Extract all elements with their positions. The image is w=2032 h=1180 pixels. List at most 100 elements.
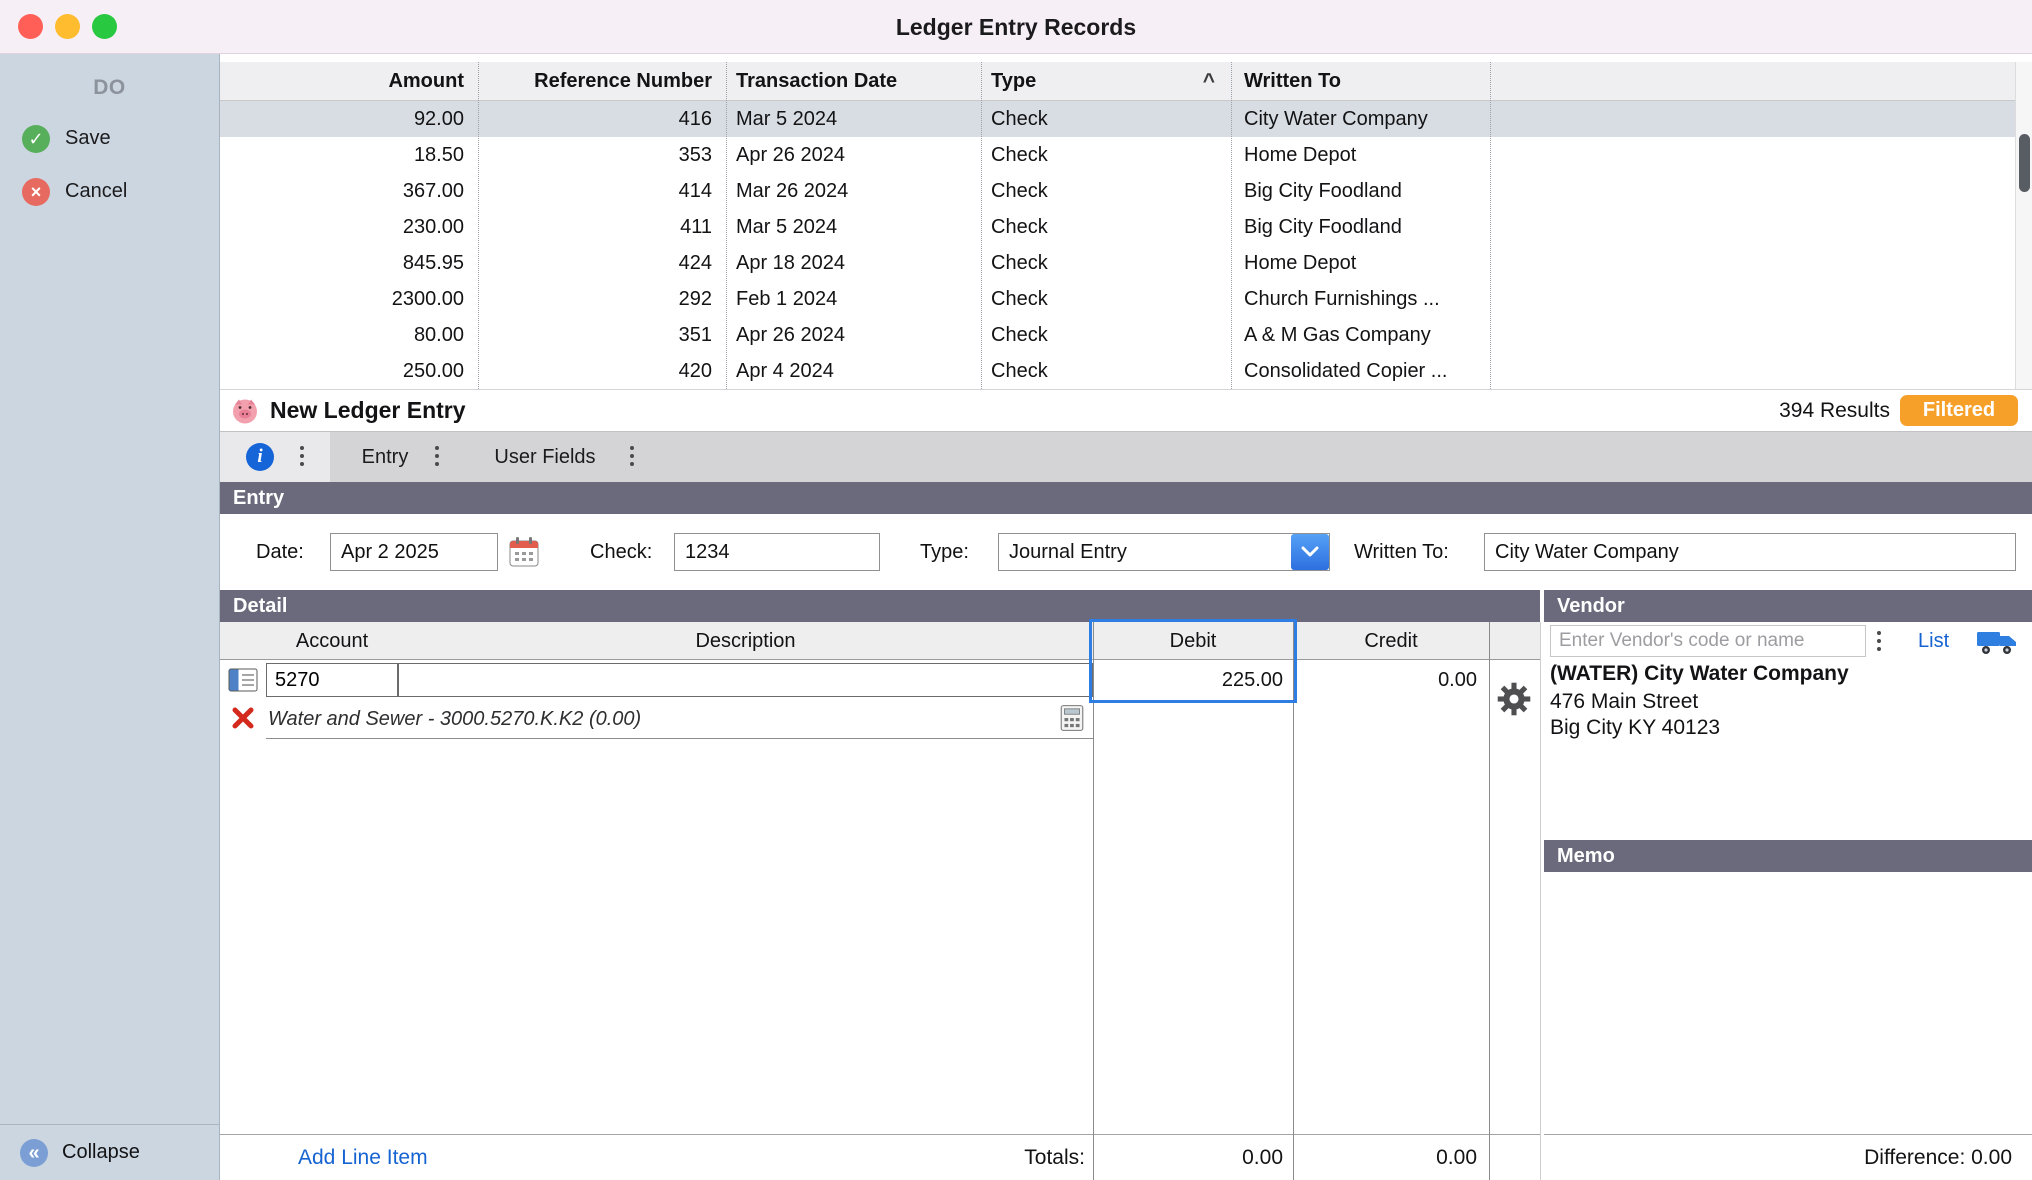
table-row[interactable]: 92.00 416 Mar 5 2024 Check City Water Co…	[220, 101, 2015, 137]
check-number-input[interactable]	[674, 533, 880, 571]
grid-line	[1093, 622, 1094, 1180]
cell-written-to: City Water Company	[1231, 101, 1490, 137]
tab-entry[interactable]: Entry	[340, 432, 430, 482]
table-row[interactable]: 230.00 411 Mar 5 2024 Check Big City Foo…	[220, 209, 2015, 245]
gear-icon[interactable]	[1497, 682, 1531, 716]
table-row[interactable]: 250.00 420 Apr 4 2024 Check Consolidated…	[220, 353, 2015, 389]
vendor-section-header: Vendor	[1544, 590, 2032, 622]
detail-column-description: Description	[398, 622, 1093, 660]
table-row[interactable]: 18.50 353 Apr 26 2024 Check Home Depot	[220, 137, 2015, 173]
piggy-bank-icon	[230, 396, 260, 430]
save-button[interactable]: ✓ Save	[0, 112, 219, 165]
vendor-menu-icon[interactable]	[1877, 631, 1881, 651]
date-input[interactable]	[330, 533, 498, 571]
chevron-down-icon[interactable]	[1291, 534, 1329, 570]
credit-cell[interactable]: 0.00	[1293, 660, 1489, 700]
cell-amount: 92.00	[220, 101, 478, 137]
calendar-icon[interactable]	[508, 536, 540, 568]
save-label: Save	[65, 127, 111, 150]
written-to-input[interactable]	[1484, 533, 2016, 571]
cell-amount: 845.95	[220, 245, 478, 281]
cell-reference: 292	[478, 281, 726, 317]
detail-column-account: Account	[266, 622, 398, 660]
cell-written-to: Big City Foodland	[1231, 209, 1490, 245]
app-window: Ledger Entry Records DO ✓ Save × Cancel …	[0, 0, 2032, 1180]
user-fields-tab-menu-icon[interactable]	[630, 446, 634, 466]
account-input[interactable]	[266, 663, 398, 697]
detail-column-credit: Credit	[1293, 622, 1489, 660]
records-table-header: Amount Reference Number Transaction Date…	[220, 62, 2015, 101]
collapse-button[interactable]: « Collapse	[0, 1124, 219, 1180]
totals-label: Totals:	[920, 1135, 1085, 1180]
calculator-icon[interactable]	[1058, 704, 1086, 732]
detail-grid-header: Account Description Debit Credit	[220, 622, 1540, 660]
cell-date: Apr 26 2024	[726, 137, 981, 173]
info-icon[interactable]: i	[246, 443, 274, 471]
collapse-label: Collapse	[62, 1141, 140, 1164]
cell-written-to: Consolidated Copier ...	[1231, 353, 1490, 389]
scrollbar-thumb[interactable]	[2019, 134, 2030, 192]
cell-amount: 230.00	[220, 209, 478, 245]
table-row[interactable]: 2300.00 292 Feb 1 2024 Check Church Furn…	[220, 281, 2015, 317]
vendor-address-line1: 476 Main Street	[1550, 690, 1698, 714]
cell-amount: 80.00	[220, 317, 478, 353]
info-tab-segment	[220, 432, 330, 482]
debit-cell[interactable]: 225.00	[1093, 660, 1293, 700]
table-row[interactable]: 80.00 351 Apr 26 2024 Check A & M Gas Co…	[220, 317, 2015, 353]
ledger-account-icon[interactable]	[228, 667, 258, 699]
cell-reference: 414	[478, 173, 726, 209]
table-row[interactable]: 367.00 414 Mar 26 2024 Check Big City Fo…	[220, 173, 2015, 209]
info-menu-icon[interactable]	[300, 446, 304, 466]
check-label: Check:	[590, 514, 652, 590]
detail-column-debit: Debit	[1093, 622, 1293, 660]
type-dropdown[interactable]: Journal Entry	[998, 533, 1330, 571]
cell-type: Check	[981, 101, 1231, 137]
grid-line	[1540, 622, 1541, 1180]
type-label: Type:	[920, 514, 969, 590]
memo-section-header: Memo	[1544, 840, 2032, 872]
column-header-type-label: Type	[991, 70, 1036, 92]
column-header-type[interactable]: Type ^	[981, 62, 1231, 101]
column-separator	[981, 62, 982, 389]
cell-date: Apr 4 2024	[726, 353, 981, 389]
cell-type: Check	[981, 281, 1231, 317]
cell-date: Apr 18 2024	[726, 245, 981, 281]
grid-line	[1293, 622, 1294, 1180]
cell-type: Check	[981, 173, 1231, 209]
detail-line-items: 225.00 0.00 Water and Sewer - 3000.5270.…	[220, 660, 1540, 1134]
table-row[interactable]: 845.95 424 Apr 18 2024 Check Home Depot	[220, 245, 2015, 281]
cell-date: Apr 26 2024	[726, 317, 981, 353]
filtered-badge[interactable]: Filtered	[1900, 395, 2018, 426]
cell-written-to: Home Depot	[1231, 245, 1490, 281]
table-scrollbar[interactable]	[2015, 62, 2032, 389]
truck-icon[interactable]	[1976, 627, 2018, 657]
vendor-search-input[interactable]	[1550, 625, 1866, 657]
cell-type: Check	[981, 137, 1231, 173]
written-to-label: Written To:	[1354, 514, 1449, 590]
records-table: 92.00 416 Mar 5 2024 Check City Water Co…	[220, 101, 2015, 389]
cell-reference: 420	[478, 353, 726, 389]
detail-footer: Add Line Item Totals: 0.00 0.00	[220, 1134, 1540, 1180]
cell-amount: 18.50	[220, 137, 478, 173]
entry-tab-menu-icon[interactable]	[435, 446, 439, 466]
entry-form: Date: Check: Type: Journal Entry Writte	[220, 514, 2032, 590]
page-title: New Ledger Entry	[270, 389, 466, 432]
column-header-reference-number[interactable]: Reference Number	[478, 62, 726, 101]
delete-line-icon[interactable]	[230, 705, 256, 731]
vendor-list-link[interactable]: List	[1918, 622, 1949, 660]
cell-written-to: Church Furnishings ...	[1231, 281, 1490, 317]
cell-type: Check	[981, 209, 1231, 245]
cell-date: Mar 5 2024	[726, 209, 981, 245]
entry-section-header: Entry	[220, 482, 2032, 514]
description-input[interactable]	[398, 663, 1093, 697]
column-header-written-to[interactable]: Written To	[1231, 62, 1490, 101]
tab-user-fields[interactable]: User Fields	[470, 432, 620, 482]
cell-amount: 367.00	[220, 173, 478, 209]
cancel-button[interactable]: × Cancel	[0, 165, 219, 218]
column-header-transaction-date[interactable]: Transaction Date	[726, 62, 981, 101]
add-line-item-link[interactable]: Add Line Item	[298, 1135, 428, 1180]
detail-section-header: Detail	[220, 590, 1540, 622]
column-header-amount[interactable]: Amount	[220, 62, 478, 101]
cell-reference: 353	[478, 137, 726, 173]
account-hint-text: Water and Sewer - 3000.5270.K.K2 (0.00)	[268, 700, 641, 738]
